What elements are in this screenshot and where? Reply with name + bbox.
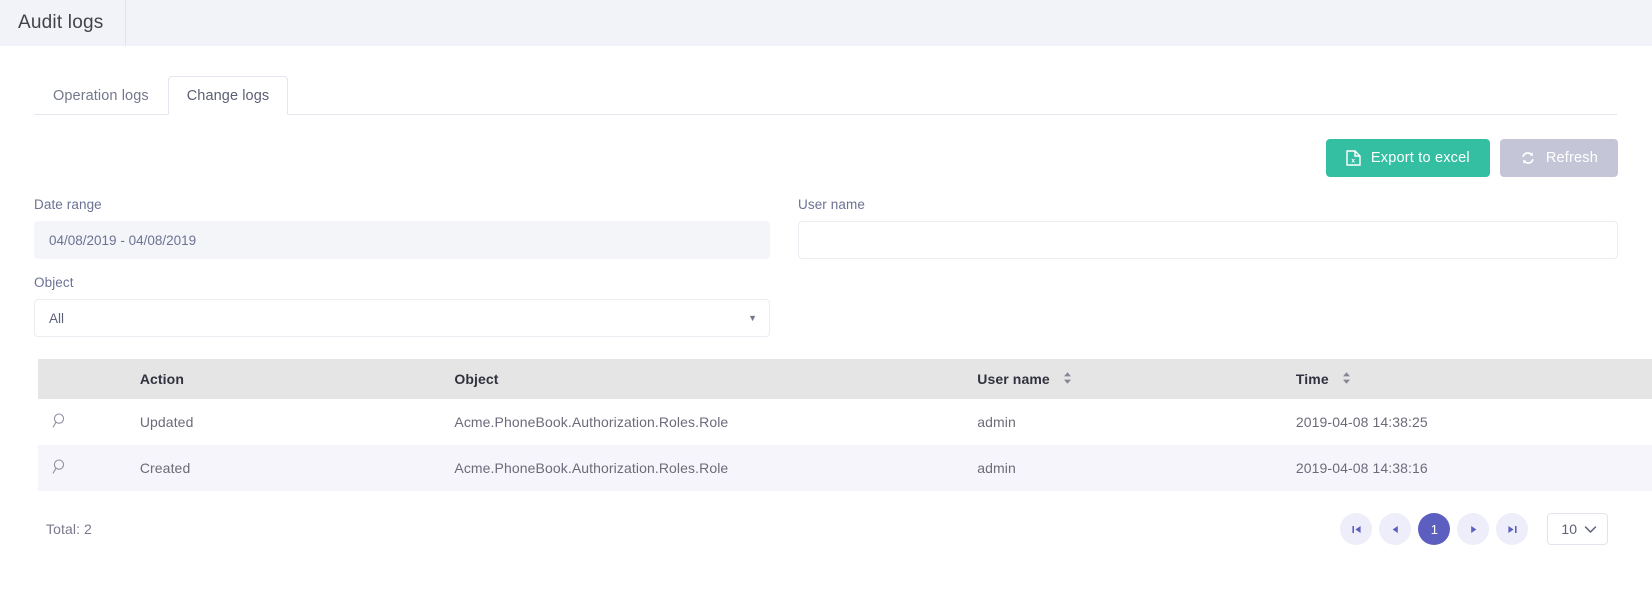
user-name-field-group: User name <box>798 197 1618 259</box>
sort-icon[interactable] <box>1341 371 1352 385</box>
pagination-prev-button[interactable] <box>1379 513 1412 545</box>
chevron-down-icon <box>1584 521 1597 537</box>
column-header-object-label: Object <box>454 371 499 387</box>
row-user-cell: admin <box>977 460 1016 476</box>
excel-file-icon: x <box>1346 150 1361 166</box>
table-row: Updated Acme.PhoneBook.Authorization.Rol… <box>38 399 1652 445</box>
top-bar: Audit logs <box>0 0 1652 46</box>
toolbar-actions: x Export to excel Refresh <box>18 139 1634 177</box>
pagination-next-button[interactable] <box>1457 513 1490 545</box>
search-icon[interactable] <box>52 412 69 429</box>
row-time-cell: 2019-04-08 14:38:16 <box>1295 460 1428 476</box>
page-size-value: 10 <box>1561 521 1577 537</box>
column-header-time-label: Time <box>1295 371 1329 387</box>
row-detail-cell <box>38 399 126 445</box>
row-object-cell: Acme.PhoneBook.Authorization.Roles.Role <box>454 414 729 430</box>
column-header-time[interactable]: Time <box>1281 359 1652 399</box>
date-range-label: Date range <box>34 197 102 212</box>
row-action-cell: Updated <box>139 414 194 430</box>
table-header-row: Action Object User name Time <box>38 359 1652 399</box>
page-title: Audit logs <box>18 12 104 33</box>
total-count-label: Total: 2 <box>46 521 92 537</box>
search-icon[interactable] <box>52 458 69 475</box>
svg-text:x: x <box>1351 157 1355 164</box>
column-header-action-label: Action <box>139 371 184 387</box>
topbar-divider <box>125 0 127 46</box>
user-name-label: User name <box>798 197 865 212</box>
pagination-first-button[interactable] <box>1340 513 1373 545</box>
pagination-page-1-button[interactable]: 1 <box>1418 513 1451 545</box>
filters-section: Date range User name Object ▼ <box>18 197 1634 337</box>
table-footer: Total: 2 1 10 <box>18 491 1634 545</box>
table-body: Updated Acme.PhoneBook.Authorization.Rol… <box>38 399 1652 491</box>
pagination-last-button[interactable] <box>1496 513 1529 545</box>
row-time-cell: 2019-04-08 14:38:25 <box>1295 414 1428 430</box>
date-range-field-group: Date range <box>34 197 770 259</box>
audit-logs-table: Action Object User name Time Updated Acm… <box>38 359 1652 491</box>
audit-logs-table-wrap: Action Object User name Time Updated Acm… <box>18 359 1652 491</box>
column-header-object: Object <box>440 359 964 399</box>
refresh-button[interactable]: Refresh <box>1499 139 1618 177</box>
user-name-input[interactable] <box>798 221 1618 259</box>
object-label: Object <box>34 275 74 290</box>
object-field-group: Object ▼ <box>34 275 770 337</box>
table-row: Created Acme.PhoneBook.Authorization.Rol… <box>38 445 1652 491</box>
pagination: 1 10 <box>1340 513 1608 545</box>
tab-operation-logs[interactable]: Operation logs <box>34 76 168 115</box>
column-header-user-name[interactable]: User name <box>963 359 1282 399</box>
row-object-cell: Acme.PhoneBook.Authorization.Roles.Role <box>454 460 729 476</box>
row-user-cell: admin <box>977 414 1016 430</box>
row-action-cell: Created <box>139 460 191 476</box>
column-header-user-name-label: User name <box>977 371 1050 387</box>
tab-bar: Operation logs Change logs <box>34 46 1617 115</box>
page-size-select[interactable]: 10 <box>1547 513 1608 545</box>
column-header-detail <box>38 359 126 399</box>
row-detail-cell <box>38 445 126 491</box>
column-header-action: Action <box>125 359 441 399</box>
sort-icon[interactable] <box>1062 371 1073 385</box>
refresh-icon <box>1520 150 1536 166</box>
refresh-label: Refresh <box>1545 150 1598 166</box>
audit-logs-card: Operation logs Change logs x Export to e… <box>0 46 1652 599</box>
tab-change-logs[interactable]: Change logs <box>167 76 289 115</box>
object-select[interactable] <box>34 299 770 337</box>
filters-spacer <box>798 275 1618 337</box>
export-to-excel-label: Export to excel <box>1370 150 1470 166</box>
export-to-excel-button[interactable]: x Export to excel <box>1325 139 1490 177</box>
table-head: Action Object User name Time <box>38 359 1652 399</box>
date-range-input[interactable] <box>34 221 770 259</box>
